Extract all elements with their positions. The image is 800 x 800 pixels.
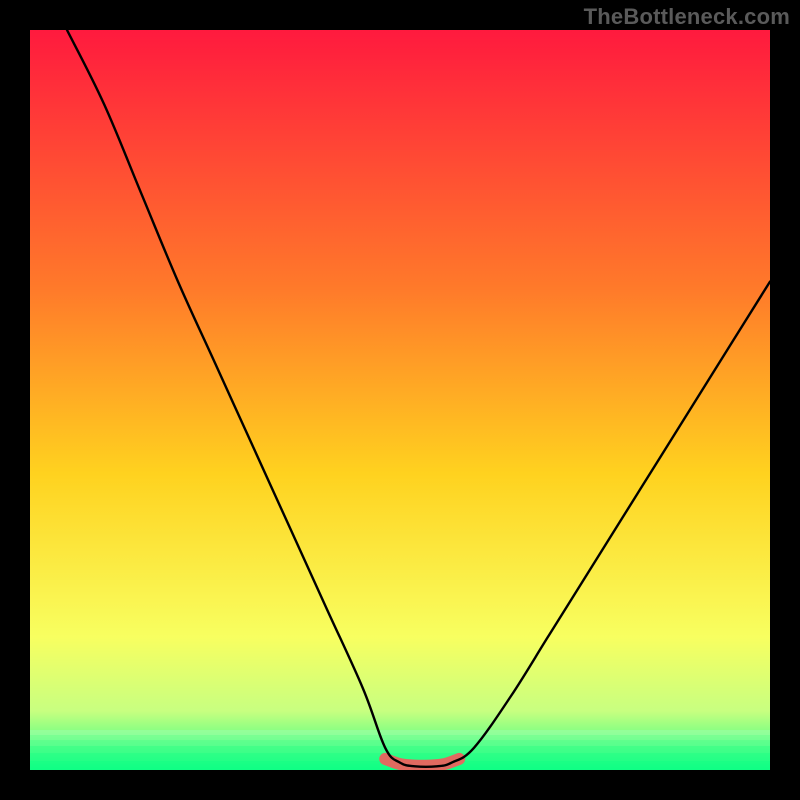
chart-svg <box>30 30 770 770</box>
gradient-background <box>30 30 770 770</box>
watermark-text: TheBottleneck.com <box>584 4 790 30</box>
chart-frame: TheBottleneck.com <box>0 0 800 800</box>
